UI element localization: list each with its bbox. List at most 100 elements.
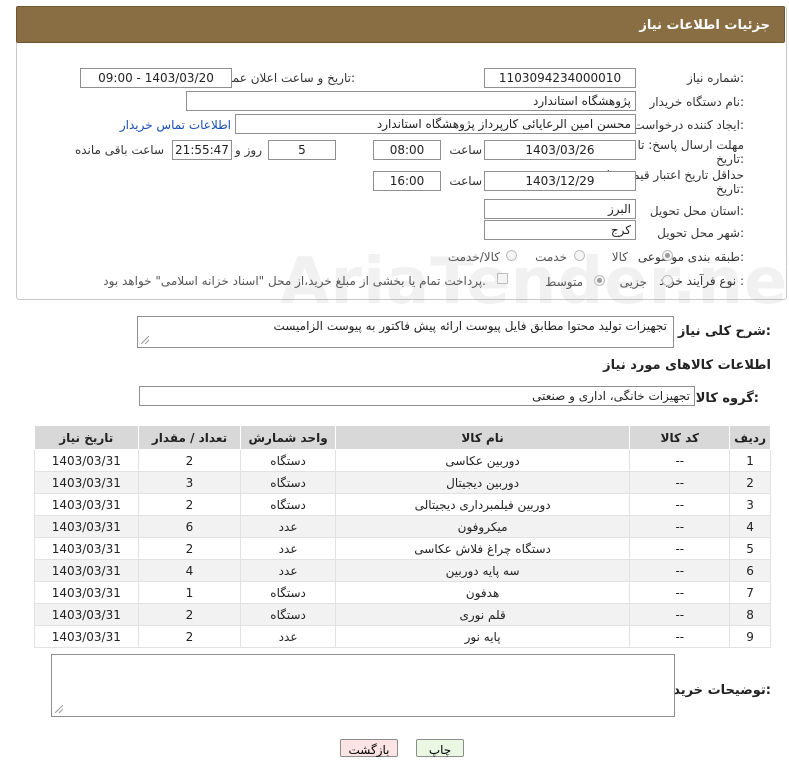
cell-unit: عدد [240,625,336,648]
table-row: 3 -- دوربین فیلمبرداری دیجیتالی دستگاه 2 1403… [34,493,771,516]
description-text: تجهیزات تولید محتوا مطابق فایل پیوست ارا… [273,319,667,333]
process-minor-radio[interactable] [662,275,673,286]
cell-need-date: 1403/03/31 [34,515,139,538]
resize-grip-icon [55,705,63,713]
resize-grip-icon [141,336,149,344]
cell-row-number: 3 [729,493,771,516]
process-medium-label: متوسط [545,275,583,289]
category-goods-radio[interactable] [662,250,673,261]
cell-item-code: -- [629,581,731,604]
reply-deadline-date-label: تاریخ: [716,152,744,166]
process-minor-label: جزیی [619,275,647,289]
buyer-notes-label: توضیحات خریدار: [661,683,771,698]
table-row: 1 -- دوربین عکاسی دستگاه 2 1403/03/31 [34,449,771,472]
reply-time-field: 08:00 [373,140,441,160]
remaining-time-field: 21:55:47 [172,140,232,160]
payment-note: پرداخت تمام یا بخشی از مبلغ خرید،از محل … [103,274,486,288]
goods-group-field: تجهیزات خانگی، اداری و صنعتی [139,386,695,406]
category-service-label: خدمت [535,250,567,264]
cell-item-name: میکروفون [334,515,631,538]
cell-unit: عدد [240,559,336,582]
cell-row-number: 6 [729,559,771,582]
cell-item-code: -- [629,537,731,560]
cell-need-date: 1403/03/31 [34,625,139,648]
announce-datetime-field: 1403/03/20 - 09:00 [80,68,232,88]
table-row: 8 -- قلم نوری دستگاه 2 1403/03/31 [34,603,771,626]
price-validity-date-label: تاریخ: [716,182,744,196]
goods-table: ردیف کد کالا نام کالا واحد شمارش تعداد /… [34,425,771,648]
cell-row-number: 2 [729,471,771,494]
cell-quantity: 4 [137,559,242,582]
cell-item-name: دوربین فیلمبرداری دیجیتالی [334,493,631,516]
reply-time-label: ساعت [449,143,482,157]
cell-item-name: سه پایه دوربین [334,559,631,582]
back-button[interactable]: بازگشت [340,739,398,757]
category-goods-service-label: کالا/خدمت [447,250,500,264]
goods-section-title: اطلاعات کالاهای مورد نیاز [603,358,771,373]
buyer-contact-link[interactable]: اطلاعات تماس خریدار [120,118,231,132]
cell-item-code: -- [629,449,731,472]
creator-field: محسن امین الرعایائی کارپرداز پژوهشگاه اس… [235,114,636,134]
treasury-checkbox[interactable] [497,273,508,284]
cell-quantity: 2 [137,625,242,648]
buyer-org-label: نام دستگاه خریدار: [649,95,745,109]
cell-need-date: 1403/03/31 [34,559,139,582]
cell-unit: عدد [240,515,336,538]
price-time-label: ساعت [449,174,482,188]
days-label: روز و [235,143,262,157]
city-field: کرج [484,220,636,240]
cell-unit: عدد [240,537,336,560]
goods-group-label: گروه کالا: [695,391,759,406]
cell-item-name: دوربین عکاسی [334,449,631,472]
price-date-field: 1403/12/29 [484,171,636,191]
col-row-number: ردیف [729,425,771,450]
reply-deadline-label: مهلت ارسال پاسخ: تا [637,138,744,152]
cell-item-code: -- [629,603,731,626]
province-label: استان محل تحویل: [649,204,744,218]
cell-quantity: 6 [137,515,242,538]
description-label: شرح کلی نیاز: [677,324,771,339]
cell-item-code: -- [629,493,731,516]
cell-row-number: 4 [729,515,771,538]
buyer-org-field: پژوهشگاه استاندارد [186,91,636,111]
cell-quantity: 2 [137,537,242,560]
category-goods-service-radio[interactable] [506,250,517,261]
need-number-field: 1103094234000010 [484,68,636,88]
cell-quantity: 3 [137,471,242,494]
col-need-date: تاریخ نیاز [34,425,139,450]
cell-item-name: دستگاه چراغ فلاش عکاسی [334,537,631,560]
buyer-notes-textarea[interactable] [51,654,675,717]
table-row: 9 -- پایه نور عدد 2 1403/03/31 [34,625,771,648]
cell-item-code: -- [629,559,731,582]
description-textarea[interactable]: تجهیزات تولید محتوا مطابق فایل پیوست ارا… [137,316,674,348]
process-medium-radio[interactable] [594,275,605,286]
cell-unit: دستگاه [240,493,336,516]
cell-item-name: دوربین دیجیتال [334,471,631,494]
table-row: 4 -- میکروفون عدد 6 1403/03/31 [34,515,771,538]
panel-title: جزئیات اطلاعات نیاز [639,18,770,33]
cell-item-code: -- [629,515,731,538]
print-button[interactable]: چاپ [416,739,464,757]
col-item-name: نام کالا [334,425,631,450]
col-unit: واحد شمارش [240,425,336,450]
cell-row-number: 9 [729,625,771,648]
price-time-field: 16:00 [373,171,441,191]
table-row: 6 -- سه پایه دوربین عدد 4 1403/03/31 [34,559,771,582]
table-row: 2 -- دوربین دیجیتال دستگاه 3 1403/03/31 [34,471,771,494]
category-service-radio[interactable] [574,250,585,261]
category-label: طبقه بندی موضوعی: [637,250,744,264]
remaining-label: ساعت باقی مانده [74,143,164,157]
cell-item-name: هدفون [334,581,631,604]
cell-need-date: 1403/03/31 [34,493,139,516]
cell-quantity: 2 [137,493,242,516]
city-label: شهر محل تحویل: [657,226,744,240]
col-item-code: کد کالا [629,425,731,450]
cell-unit: دستگاه [240,471,336,494]
cell-item-code: -- [629,471,731,494]
cell-row-number: 7 [729,581,771,604]
cell-unit: دستگاه [240,449,336,472]
cell-unit: دستگاه [240,603,336,626]
cell-row-number: 1 [729,449,771,472]
category-goods-label: کالا [611,250,628,264]
panel-header: جزئیات اطلاعات نیاز [16,6,785,43]
